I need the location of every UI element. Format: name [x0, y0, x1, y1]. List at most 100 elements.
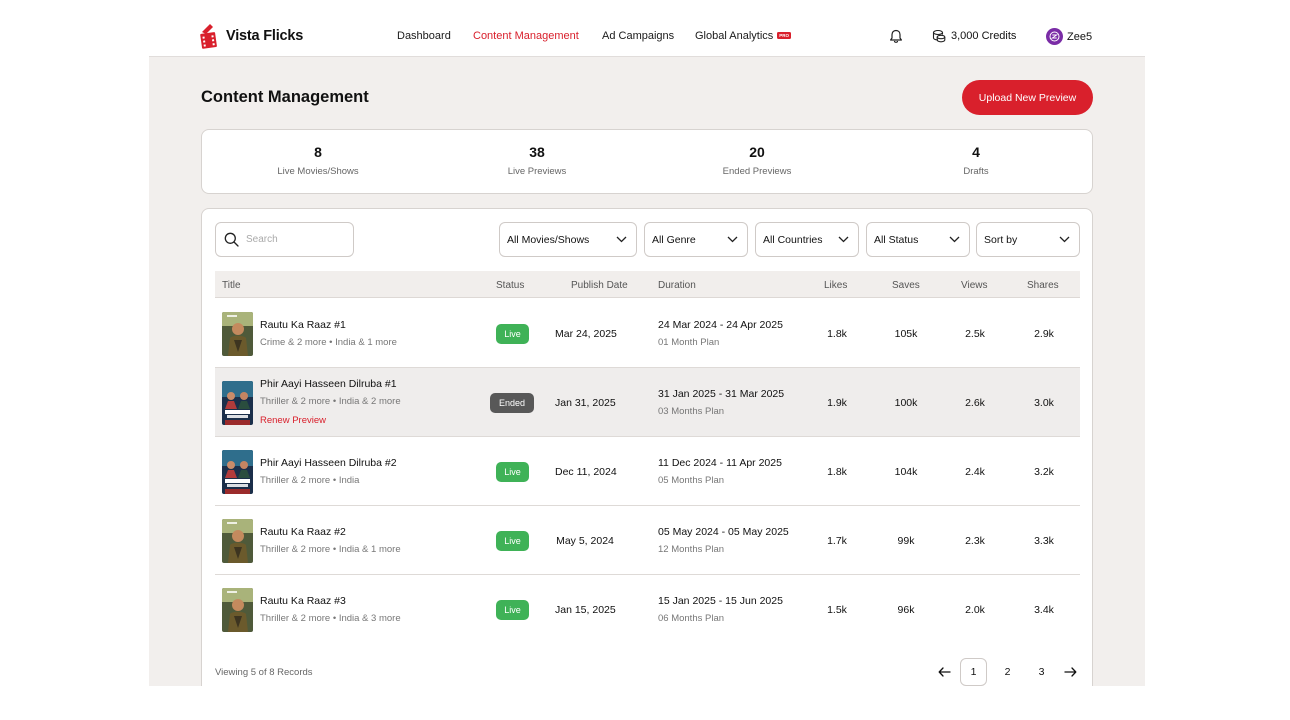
upload-new-preview-button[interactable]: Upload New Preview	[962, 80, 1093, 115]
column-likes[interactable]: Likes	[824, 280, 847, 291]
stats-summary: 8 Live Movies/Shows 38 Live Previews 20 …	[201, 129, 1093, 194]
stat-label: Ended Previews	[722, 166, 792, 177]
duration-range: 15 Jan 2025 - 15 Jun 2025	[658, 595, 783, 607]
table-row[interactable]: Phir Aayi Hasseen Dilruba #1 Thriller & 2…	[215, 368, 1080, 437]
top-navbar: Vista Flicks Dashboard Content Managemen…	[149, 0, 1145, 57]
arrow-left-icon	[938, 667, 951, 677]
content-table-card: All Movies/Shows All Genre All Countries…	[201, 208, 1093, 686]
column-status[interactable]: Status	[496, 280, 524, 291]
saves-count: 99k	[897, 535, 915, 547]
table-row[interactable]: Rautu Ka Raaz #2 Thriller & 2 more • Indi…	[215, 506, 1080, 575]
row-title[interactable]: Rautu Ka Raaz #2	[260, 526, 346, 538]
poster-thumbnail-icon	[222, 519, 253, 563]
duration-range: 31 Jan 2025 - 31 Mar 2025	[658, 388, 785, 400]
account-menu[interactable]: Zee5	[1046, 28, 1092, 45]
shares-count: 2.9k	[1034, 328, 1054, 340]
stat-live-previews: 38 Live Previews	[437, 144, 637, 177]
filter-label: All Countries	[763, 233, 823, 246]
likes-count: 1.8k	[827, 466, 847, 478]
publish-date: Jan 31, 2025	[555, 397, 616, 409]
page-2-button[interactable]: 2	[994, 658, 1021, 686]
row-meta: Crime & 2 more • India & 1 more	[260, 337, 397, 348]
publish-date: May 5, 2024	[556, 535, 614, 547]
search-box[interactable]	[215, 222, 354, 257]
poster-thumbnail[interactable]	[222, 381, 253, 425]
filter-movies-shows[interactable]: All Movies/Shows	[499, 222, 637, 257]
nav-dashboard[interactable]: Dashboard	[397, 30, 451, 42]
search-input[interactable]	[246, 234, 341, 245]
poster-thumbnail-icon	[222, 312, 253, 356]
credits-display[interactable]: 3,000 Credits	[932, 29, 1016, 43]
status-badge: Live	[496, 324, 529, 344]
shares-count: 3.2k	[1034, 466, 1054, 478]
row-title[interactable]: Rautu Ka Raaz #3	[260, 595, 346, 607]
app-frame: Vista Flicks Dashboard Content Managemen…	[149, 0, 1145, 686]
next-page-button[interactable]	[1059, 658, 1081, 686]
poster-thumbnail[interactable]	[222, 312, 253, 356]
column-saves[interactable]: Saves	[892, 280, 920, 291]
chevron-down-icon	[1059, 236, 1070, 243]
stat-live-movies: 8 Live Movies/Shows	[218, 144, 418, 177]
nav-content-management[interactable]: Content Management	[473, 30, 579, 42]
column-title[interactable]: Title	[222, 280, 241, 291]
credits-label: 3,000 Credits	[951, 30, 1017, 42]
account-name: Zee5	[1067, 30, 1093, 43]
saves-count: 104k	[894, 466, 918, 478]
table-row[interactable]: Rautu Ka Raaz #1 Crime & 2 more • India &…	[215, 299, 1080, 368]
views-count: 2.6k	[965, 397, 985, 409]
nav-global-analytics[interactable]: Global Analytics PRO	[695, 30, 792, 42]
publish-date: Mar 24, 2025	[555, 328, 617, 340]
sort-by-dropdown[interactable]: Sort by	[976, 222, 1080, 257]
filter-genre[interactable]: All Genre	[644, 222, 748, 257]
filter-countries[interactable]: All Countries	[755, 222, 859, 257]
nav-ad-campaigns[interactable]: Ad Campaigns	[602, 30, 674, 42]
pro-badge: PRO	[777, 31, 792, 39]
page-title: Content Management	[201, 88, 369, 106]
shares-count: 3.4k	[1034, 604, 1054, 616]
arrow-right-icon	[1063, 667, 1076, 677]
likes-count: 1.8k	[827, 328, 847, 340]
saves-count: 96k	[897, 604, 915, 616]
column-shares[interactable]: Shares	[1027, 280, 1059, 291]
coins-icon	[932, 29, 946, 43]
views-count: 2.3k	[965, 535, 985, 547]
renew-preview-link[interactable]: Renew Preview	[260, 415, 326, 426]
records-count: Viewing 5 of 8 Records	[215, 667, 313, 678]
column-duration[interactable]: Duration	[658, 280, 696, 291]
publish-date: Dec 11, 2024	[555, 466, 617, 478]
row-title[interactable]: Phir Aayi Hasseen Dilruba #2	[260, 457, 397, 469]
filter-label: Sort by	[984, 233, 1018, 246]
table-row[interactable]: Phir Aayi Hasseen Dilruba #2 Thriller & 2…	[215, 437, 1080, 506]
nav-global-analytics-label: Global Analytics	[695, 30, 774, 42]
prev-page-button[interactable]	[933, 658, 955, 686]
views-count: 2.5k	[965, 328, 985, 340]
publish-date: Jan 15, 2025	[555, 604, 616, 616]
stat-label: Drafts	[963, 166, 989, 177]
chevron-down-icon	[727, 236, 738, 243]
poster-thumbnail-icon	[222, 450, 253, 494]
column-publish-date[interactable]: Publish Date	[571, 280, 628, 291]
filter-label: All Status	[874, 233, 919, 246]
stat-value: 4	[972, 144, 980, 160]
duration-plan: 05 Months Plan	[658, 475, 725, 486]
column-views[interactable]: Views	[961, 280, 988, 291]
row-title[interactable]: Rautu Ka Raaz #1	[260, 319, 346, 331]
poster-thumbnail[interactable]	[222, 588, 253, 632]
page-3-button[interactable]: 3	[1028, 658, 1055, 686]
duration-plan: 03 Months Plan	[658, 406, 725, 417]
row-meta: Thriller & 2 more • India	[260, 475, 360, 486]
filter-status[interactable]: All Status	[866, 222, 970, 257]
duration-range: 11 Dec 2024 - 11 Apr 2025	[658, 457, 782, 469]
row-title[interactable]: Phir Aayi Hasseen Dilruba #1	[260, 378, 397, 390]
stat-value: 20	[749, 144, 765, 160]
chevron-down-icon	[949, 236, 960, 243]
duration-range: 24 Mar 2024 - 24 Apr 2025	[658, 319, 783, 331]
page-1-button[interactable]: 1	[960, 658, 987, 686]
likes-count: 1.7k	[827, 535, 847, 547]
saves-count: 100k	[894, 397, 918, 409]
poster-thumbnail[interactable]	[222, 519, 253, 563]
status-badge: Live	[496, 600, 529, 620]
table-row[interactable]: Rautu Ka Raaz #3 Thriller & 2 more • Indi…	[215, 575, 1080, 644]
poster-thumbnail[interactable]	[222, 450, 253, 494]
bell-icon[interactable]	[889, 29, 903, 44]
